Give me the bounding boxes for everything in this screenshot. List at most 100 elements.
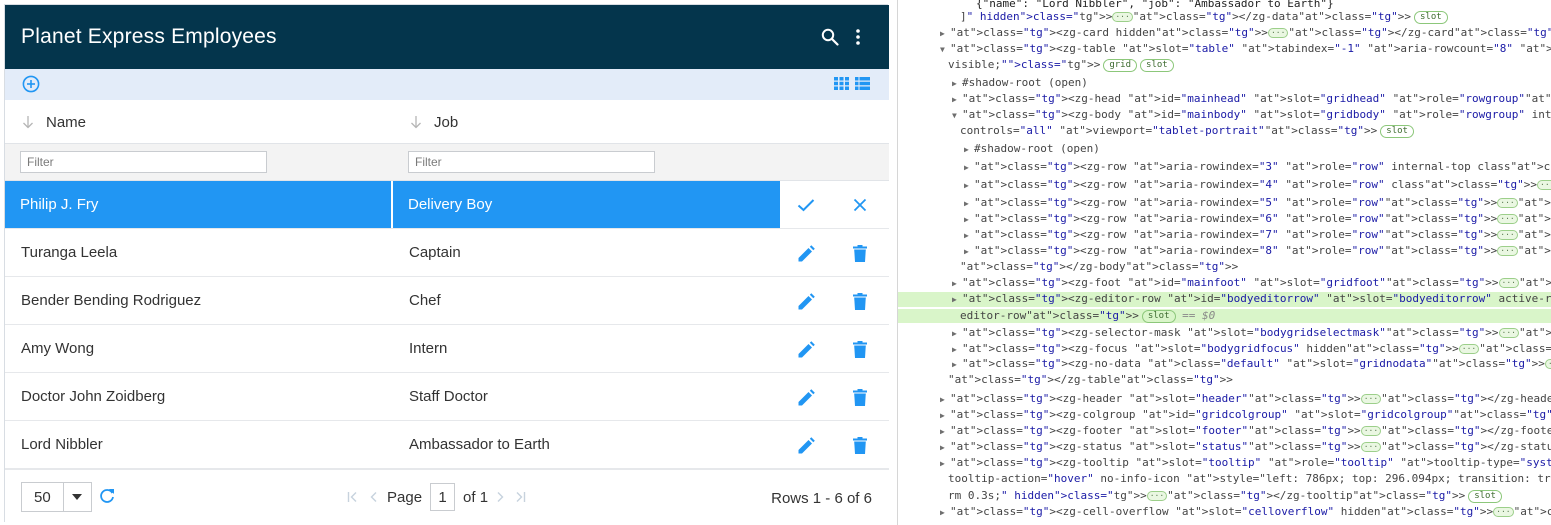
- collapsed-dots[interactable]: ···: [1498, 278, 1519, 288]
- dom-tree-line[interactable]: ▶ "at">class="tg"><zg-header "at">slot="h…: [898, 392, 1551, 407]
- edit-row-button[interactable]: [796, 435, 816, 455]
- expand-arrow-icon[interactable]: ▶: [940, 409, 950, 423]
- expand-arrow-icon[interactable]: ▶: [940, 27, 950, 41]
- dom-tree-line[interactable]: ]" hidden">class="tg">> ··· "at">class="tg…: [898, 10, 1551, 24]
- card-view-icon[interactable]: [834, 77, 849, 90]
- edit-job-field[interactable]: Delivery Boy: [393, 181, 780, 228]
- row-view-icon[interactable]: [855, 77, 870, 90]
- expand-arrow-icon[interactable]: ▼: [940, 43, 950, 57]
- delete-row-button[interactable]: [850, 291, 870, 311]
- dom-tree-line[interactable]: ▼ "at">class="tg"><zg-body "at">id="mainb…: [898, 108, 1551, 123]
- column-header-name[interactable]: Name: [22, 100, 86, 144]
- next-page-button[interactable]: [490, 492, 510, 502]
- collapsed-dots[interactable]: ···: [1458, 344, 1480, 354]
- edit-name-field[interactable]: Philip J. Fry: [5, 181, 392, 228]
- dom-tree-line[interactable]: ▶ "at">class="tg"><zg-row "at">aria-rowin…: [898, 196, 1551, 211]
- collapsed-dots[interactable]: ···: [1267, 28, 1289, 38]
- collapsed-dots[interactable]: ···: [1112, 12, 1133, 22]
- first-page-button[interactable]: [343, 492, 363, 502]
- dom-tree-line[interactable]: ▶ "at">class="tg"><zg-card hidden"at">cla…: [898, 26, 1551, 41]
- collapsed-dots[interactable]: ···: [1498, 328, 1519, 338]
- refresh-icon[interactable]: [99, 488, 115, 504]
- collapsed-dots[interactable]: ···: [1497, 214, 1518, 224]
- expand-arrow-icon[interactable]: ▶: [964, 213, 974, 227]
- expand-arrow-icon[interactable]: ▶: [964, 179, 974, 193]
- collapsed-dots[interactable]: ···: [1497, 230, 1518, 240]
- expand-arrow-icon[interactable]: ▶: [940, 457, 950, 471]
- sort-arrow-icon[interactable]: [410, 115, 422, 129]
- collapsed-dots[interactable]: ···: [1544, 359, 1551, 369]
- more-vert-icon[interactable]: [853, 28, 863, 46]
- dom-tree-line[interactable]: ▶ "at">class="tg"><zg-row "at">aria-rowin…: [898, 178, 1551, 193]
- expand-arrow-icon[interactable]: ▶: [964, 197, 974, 211]
- expand-arrow-icon[interactable]: ▶: [952, 343, 962, 357]
- delete-row-button[interactable]: [850, 387, 870, 407]
- dom-tree-line[interactable]: ▶ "at">class="tg"><zg-no-data "at">class=…: [898, 357, 1551, 372]
- search-icon[interactable]: [821, 28, 839, 46]
- expand-arrow-icon[interactable]: ▼: [952, 109, 962, 123]
- edit-row-button[interactable]: [796, 339, 816, 359]
- cancel-edit-button[interactable]: [850, 195, 870, 215]
- collapsed-dots[interactable]: ···: [1497, 246, 1518, 256]
- dom-tree-line[interactable]: ▶ #shadow-root (open): [898, 142, 1551, 157]
- expand-arrow-icon[interactable]: ▶: [940, 425, 950, 439]
- dom-tree-line[interactable]: ▶ "at">class="tg"><zg-editor-row "at">id=…: [898, 292, 1551, 307]
- dom-tree-line[interactable]: ▶ "at">class="tg"><zg-row "at">aria-rowin…: [898, 212, 1551, 227]
- dom-tree-line[interactable]: visible;"">class="tg">> grid slot: [898, 58, 1551, 72]
- delete-row-button[interactable]: [850, 339, 870, 359]
- expand-arrow-icon[interactable]: ▶: [964, 245, 974, 259]
- devtools-badge[interactable]: slot: [1140, 59, 1174, 72]
- last-page-button[interactable]: [510, 492, 530, 502]
- collapsed-dots[interactable]: ···: [1537, 180, 1551, 190]
- expand-arrow-icon[interactable]: ▶: [952, 358, 962, 372]
- expand-arrow-icon[interactable]: ▶: [940, 506, 950, 520]
- collapsed-dots[interactable]: ···: [1360, 394, 1382, 404]
- expand-arrow-icon[interactable]: ▶: [964, 161, 974, 175]
- column-header-job[interactable]: Job: [410, 100, 458, 144]
- delete-row-button[interactable]: [850, 435, 870, 455]
- prev-page-button[interactable]: [363, 492, 383, 502]
- dom-tree-line[interactable]: controls="all" "at">viewport="tablet-por…: [898, 124, 1551, 138]
- devtools-badge[interactable]: slot: [1468, 490, 1502, 503]
- collapsed-dots[interactable]: ···: [1360, 426, 1382, 436]
- page-size-select[interactable]: 50: [21, 482, 92, 512]
- dom-tree-line[interactable]: "at">class="tg"></zg-table"at">class="tg…: [898, 373, 1551, 387]
- dom-tree-line[interactable]: ▶ "at">class="tg"><zg-head "at">id="mainh…: [898, 92, 1551, 107]
- collapsed-dots[interactable]: ···: [1493, 507, 1514, 517]
- add-circle-icon[interactable]: [22, 75, 40, 93]
- dom-tree-line[interactable]: ▶ "at">class="tg"><zg-foot "at">id="mainf…: [898, 276, 1551, 291]
- edit-row-button[interactable]: [796, 291, 816, 311]
- edit-row-button[interactable]: [796, 387, 816, 407]
- devtools-badge[interactable]: slot: [1141, 310, 1176, 323]
- dom-tree-line[interactable]: editor-row"at">class="tg">> slot == $0: [898, 309, 1551, 323]
- expand-arrow-icon[interactable]: ▶: [964, 229, 974, 243]
- name-filter-input[interactable]: [20, 151, 267, 173]
- delete-row-button[interactable]: [850, 243, 870, 263]
- dom-tree-line[interactable]: ▶ "at">class="tg"><zg-row "at">aria-rowin…: [898, 160, 1551, 175]
- dom-tree-line[interactable]: ▶ "at">class="tg"><zg-row "at">aria-rowin…: [898, 228, 1551, 243]
- devtools-badge[interactable]: slot: [1380, 125, 1414, 138]
- dom-tree-line[interactable]: ▶ "at">class="tg"><zg-colgroup "at">id="g…: [898, 408, 1551, 423]
- dom-tree-line[interactable]: ▶ "at">class="tg"><zg-tooltip "at">slot="…: [898, 456, 1551, 471]
- collapsed-dots[interactable]: ···: [1146, 491, 1168, 501]
- dom-tree-line[interactable]: ▶ "at">class="tg"><zg-status "at">slot="s…: [898, 440, 1551, 455]
- dom-tree-line[interactable]: ▼ "at">class="tg"><zg-table "at">slot="ta…: [898, 42, 1551, 57]
- dom-tree-line[interactable]: ▶ "at">class="tg"><zg-focus "at">slot="bo…: [898, 342, 1551, 357]
- dom-tree-line[interactable]: rm 0.3s;" hidden">class="tg">> ··· "at">cl…: [898, 489, 1551, 503]
- expand-arrow-icon[interactable]: ▶: [952, 327, 962, 341]
- expand-arrow-icon[interactable]: ▶: [940, 393, 950, 407]
- devtools-badge[interactable]: grid: [1103, 59, 1138, 72]
- dom-tree-line[interactable]: ▶ "at">class="tg"><zg-row "at">aria-rowin…: [898, 244, 1551, 259]
- devtools-badge[interactable]: slot: [1414, 11, 1448, 24]
- collapsed-dots[interactable]: ···: [1497, 198, 1518, 208]
- collapsed-dots[interactable]: ···: [1360, 442, 1382, 452]
- expand-arrow-icon[interactable]: ▶: [964, 143, 974, 157]
- save-edit-button[interactable]: [796, 195, 816, 215]
- job-filter-input[interactable]: [408, 151, 655, 173]
- dom-tree-line[interactable]: ▶ "at">class="tg"><zg-footer "at">slot="f…: [898, 424, 1551, 439]
- expand-arrow-icon[interactable]: ▶: [952, 77, 962, 91]
- sort-arrow-icon[interactable]: [22, 115, 34, 129]
- dom-tree-line[interactable]: "at">class="tg"></zg-body"at">class="tg"…: [898, 260, 1551, 274]
- dom-tree-line[interactable]: ▶ "at">class="tg"><zg-selector-mask "at">…: [898, 326, 1551, 341]
- edit-row-button[interactable]: [796, 243, 816, 263]
